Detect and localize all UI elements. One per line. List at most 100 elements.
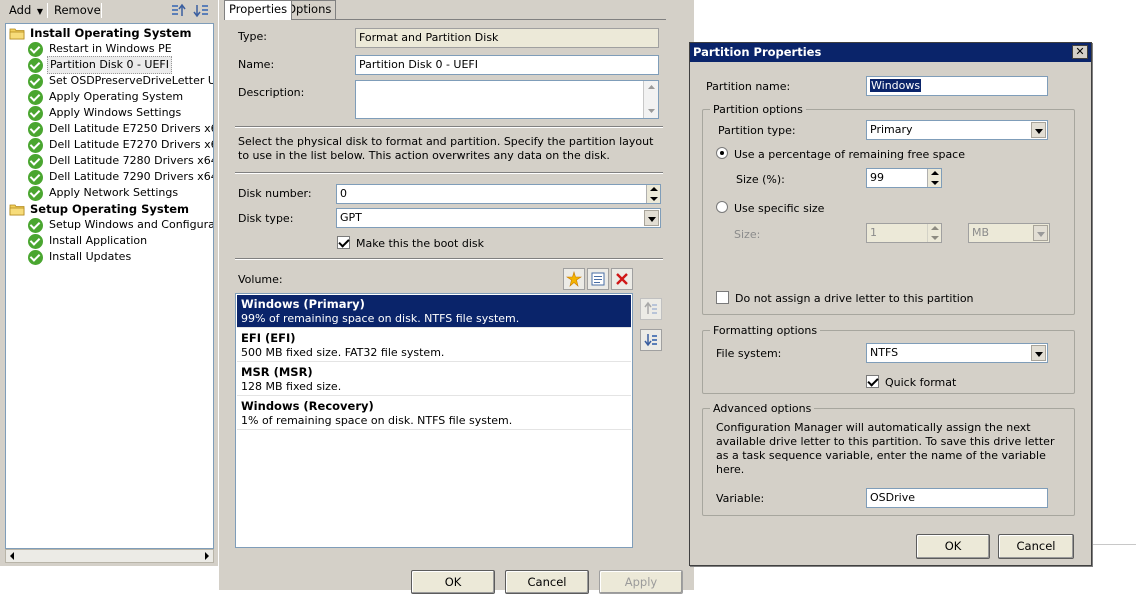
dialog-cancel-label: Cancel <box>1016 539 1056 553</box>
variable-label: Variable: <box>716 492 765 505</box>
tree-step[interactable]: Install Application <box>28 233 149 249</box>
volume-list-item[interactable]: Windows (Primary) 99% of remaining space … <box>237 295 631 328</box>
name-input[interactable]: Partition Disk 0 - UEFI <box>355 55 659 75</box>
variable-input[interactable]: OSDrive <box>866 488 1048 508</box>
new-volume-button[interactable] <box>563 268 585 290</box>
tree-step[interactable]: Dell Latitude 7280 Drivers x64 Wir <box>28 153 213 169</box>
dropdown-arrow-icon[interactable] <box>1031 122 1046 138</box>
scroll-right-icon[interactable] <box>201 551 212 561</box>
ok-button[interactable]: OK <box>411 570 495 594</box>
size-stepper[interactable]: 1 <box>866 223 942 243</box>
tree-step[interactable]: Dell Latitude E7250 Drivers x64 W <box>28 121 213 137</box>
new-star-icon <box>566 271 582 287</box>
quick-format-checkbox[interactable] <box>866 375 879 388</box>
description-input[interactable] <box>355 80 659 119</box>
scroll-left-icon[interactable] <box>7 551 18 561</box>
no-drive-letter-checkbox[interactable] <box>716 291 729 304</box>
dialog-title-bar[interactable]: Partition Properties ✕ <box>690 43 1091 62</box>
move-down-icon[interactable] <box>192 2 210 19</box>
success-check-icon <box>28 73 43 89</box>
success-check-icon <box>28 185 43 201</box>
task-sequence-tree[interactable]: Install Operating System Restart in Windo… <box>5 23 214 549</box>
delete-volume-button[interactable] <box>611 268 633 290</box>
cancel-label: Cancel <box>527 575 567 589</box>
tree-step[interactable]: Apply Network Settings <box>28 185 180 201</box>
disk-type-select[interactable]: GPT <box>336 208 661 228</box>
task-sequence-pane: Add ▼ Remove Install Operating System Res… <box>0 0 218 566</box>
tab-options-label: Options <box>287 2 332 16</box>
horizontal-scrollbar[interactable] <box>5 549 214 563</box>
tree-step[interactable]: Apply Windows Settings <box>28 105 183 121</box>
volume-list-item[interactable]: EFI (EFI) 500 MB fixed size. FAT32 file s… <box>237 329 631 362</box>
boot-disk-checkbox[interactable] <box>337 236 350 249</box>
file-system-select[interactable]: NTFS <box>866 343 1048 363</box>
move-volume-down-button[interactable] <box>640 329 662 351</box>
tree-step[interactable]: Setup Windows and Configuration <box>28 217 213 233</box>
use-specific-size-radio[interactable] <box>716 201 728 213</box>
disk-number-value: 0 <box>340 187 347 200</box>
size-percent-stepper[interactable]: 99 <box>866 168 942 188</box>
tab-properties[interactable]: Properties <box>224 0 293 20</box>
tree-step[interactable]: Restart in Windows PE <box>28 41 174 57</box>
dialog-cancel-button[interactable]: Cancel <box>998 534 1074 559</box>
tree-step[interactable]: Dell Latitude 7290 Drivers x64 Wir <box>28 169 213 185</box>
tree-item-label: Apply Windows Settings <box>49 106 182 119</box>
boot-disk-label: Make this the boot disk <box>356 237 484 250</box>
success-check-icon <box>28 89 43 105</box>
dropdown-arrow-icon[interactable] <box>644 210 659 226</box>
tree-step[interactable]: Apply Operating System <box>28 89 185 105</box>
description-scrollbar[interactable] <box>643 81 658 118</box>
success-check-icon <box>28 121 43 137</box>
tree-item-label: Set OSDPreserveDriveLetter UEF <box>49 74 214 87</box>
volume-title: EFI (EFI) <box>241 331 296 345</box>
success-check-icon <box>28 249 43 265</box>
use-percentage-radio[interactable] <box>716 147 728 159</box>
tree-step[interactable]: Set OSDPreserveDriveLetter UEF <box>28 73 214 89</box>
partition-type-select[interactable]: Primary <box>866 120 1048 140</box>
edit-volume-button[interactable] <box>587 268 609 290</box>
folder-icon <box>9 203 25 216</box>
toolbar-separator <box>47 3 48 18</box>
partition-name-value: Windows <box>870 79 922 92</box>
move-volume-up-button[interactable] <box>640 298 662 320</box>
tree-step[interactable]: Dell Latitude E7270 Drivers x64 W <box>28 137 213 153</box>
partition-name-label: Partition name: <box>706 80 791 93</box>
close-icon[interactable]: ✕ <box>1072 45 1088 59</box>
size-percent-value: 99 <box>870 171 884 184</box>
partition-type-value: Primary <box>870 123 913 136</box>
cancel-button[interactable]: Cancel <box>505 570 589 594</box>
size-unit-select[interactable]: MB <box>968 223 1050 243</box>
spin-arrows-icon[interactable] <box>927 224 941 242</box>
dropdown-arrow-icon[interactable] <box>1033 225 1048 241</box>
description-label: Description: <box>238 86 305 99</box>
partition-name-input[interactable]: Windows <box>866 76 1048 96</box>
disk-number-stepper[interactable]: 0 <box>336 184 661 204</box>
dialog-ok-label: OK <box>944 539 962 553</box>
tree-item-label: Restart in Windows PE <box>49 42 172 55</box>
volume-list-item[interactable]: Windows (Recovery) 1% of remaining space … <box>237 397 631 430</box>
tree-item-label: Partition Disk 0 - UEFI <box>47 56 172 74</box>
divider <box>235 258 663 260</box>
dialog-ok-button[interactable]: OK <box>916 534 990 559</box>
apply-button[interactable]: Apply <box>599 570 683 594</box>
spin-arrows-icon[interactable] <box>646 185 660 203</box>
tab-properties-label: Properties <box>229 2 288 16</box>
spin-arrows-icon[interactable] <box>927 169 941 187</box>
volume-list[interactable]: Windows (Primary) 99% of remaining space … <box>235 293 633 548</box>
tree-step[interactable]: Install Updates <box>28 249 133 265</box>
dialog-title: Partition Properties <box>693 45 822 59</box>
move-up-icon[interactable] <box>170 2 188 19</box>
add-menu-button[interactable]: Add ▼ <box>4 2 48 19</box>
tree-group[interactable]: Setup Operating System <box>9 201 191 217</box>
tree-group[interactable]: Install Operating System <box>9 25 193 41</box>
tree-item-label: Dell Latitude 7290 Drivers x64 Wir <box>49 170 213 183</box>
tree-step[interactable]: Partition Disk 0 - UEFI <box>28 56 172 74</box>
dropdown-arrow-icon[interactable] <box>1031 345 1046 361</box>
tree-item-label: Dell Latitude E7270 Drivers x64 W <box>49 138 213 151</box>
move-up-icon <box>644 301 657 314</box>
volume-title: Windows (Primary) <box>241 297 365 311</box>
disk-type-value: GPT <box>340 211 362 224</box>
name-label: Name: <box>238 58 275 71</box>
remove-button[interactable]: Remove <box>49 2 106 19</box>
volume-list-item[interactable]: MSR (MSR) 128 MB fixed size. <box>237 363 631 396</box>
